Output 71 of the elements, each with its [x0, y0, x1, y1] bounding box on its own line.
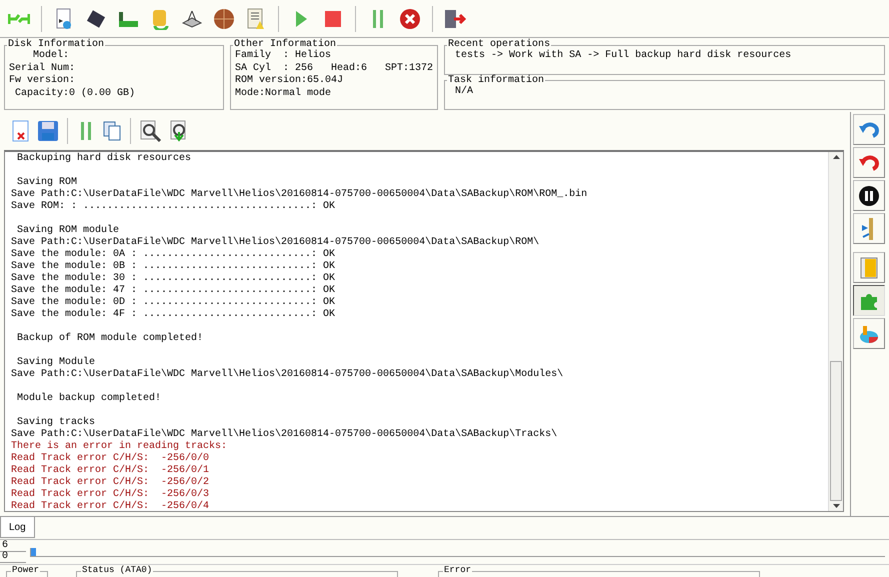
scroll-thumb[interactable] [830, 361, 842, 501]
document-icon [55, 8, 73, 30]
operation-text: tests -> Work with SA -> Full backup hard disk resources [454, 50, 792, 62]
counter-value: 0 [0, 552, 26, 563]
log-error-line: Read Track error C/H/S: -256/0/1 [11, 465, 210, 476]
undo-icon [859, 122, 879, 138]
log-line: Module backup completed! [16, 393, 162, 405]
group-title: Task information [447, 76, 546, 86]
group-title: Disk Information [7, 40, 106, 50]
group-title: Error [443, 566, 472, 575]
log-line: Save the module: 0B : ............................: OK [11, 261, 336, 272]
notebook-icon [860, 256, 878, 278]
log-line: Saving tracks [16, 417, 96, 428]
log-error-line: Read Track error C/H/S: -256/0/3 [11, 489, 210, 500]
log-line: Save ROM: : ......................................: OK [11, 201, 336, 213]
group-title: Power [11, 566, 40, 575]
task-text: N/A [454, 86, 474, 98]
field-label: Fw version: [9, 75, 76, 88]
scrollbar[interactable] [828, 152, 843, 511]
clear-document-icon [12, 120, 30, 142]
play-icon [294, 10, 308, 28]
field-value: 0 (0.00 GB) [69, 88, 136, 100]
undo-icon [859, 154, 879, 170]
log-line: Saving ROM module [16, 225, 120, 236]
field-label: Capacity: [14, 88, 69, 100]
connect-icon [8, 12, 30, 26]
side-button[interactable] [853, 285, 885, 316]
log-line: Save the module: 4F : ............................: OK [11, 309, 336, 321]
sphere-icon [213, 8, 235, 30]
log-error-line: Read Track error C/H/S: -256/0/2 [11, 477, 210, 488]
hard-disk-icon [181, 8, 203, 28]
side-button[interactable] [853, 180, 885, 211]
pause-icon [80, 122, 92, 140]
group-title: Other Information [233, 40, 338, 50]
group-title: Status (ATA0) [81, 566, 154, 575]
info-line: Mode:Normal mode [235, 88, 332, 100]
group-title: Recent operations [447, 40, 550, 50]
log-line: Save the module: 0A : ............................: OK [11, 249, 336, 260]
exit-door-icon [444, 8, 466, 28]
log-line: Save the module: 47 : ............................: OK [11, 285, 336, 296]
log-line: Saving Module [16, 357, 96, 368]
pause-icon [859, 186, 879, 206]
pause-icon [372, 10, 384, 28]
copy-icon [103, 121, 121, 141]
log-line: Backuping hard disk resources [16, 153, 192, 165]
log-line: Save Path:C:\UserDataFile\WDC Marvell\Helios\20160814-075700-00650004\Data\SABackup\ROM\ROM_.bin [11, 189, 588, 201]
search-icon [140, 120, 162, 142]
field-label: Serial Num: [9, 62, 76, 74]
log-line: Saving ROM [16, 177, 78, 188]
scroll-up-icon [832, 155, 840, 159]
info-line: ROM version:65.04J [235, 75, 344, 88]
log-error-line: Read Track error C/H/S: -256/0/0 [11, 453, 210, 464]
scroll-down-icon [832, 504, 840, 508]
log-line: Save Path:C:\UserDataFile\WDC Marvell\Helios\20160814-075700-00650004\Data\SABackup\ROM\ [11, 237, 540, 248]
pie-chart-icon [859, 324, 879, 344]
stop-icon [325, 10, 341, 26]
log-tab[interactable]: Log [0, 517, 35, 538]
log-line: Save the module: 30 : ............................: OK [11, 273, 336, 284]
info-line: SA Cyl : 256 Head:6 SPT:1372 [235, 62, 434, 74]
report-warning-icon [247, 8, 265, 30]
log-error-line: Read Track error C/H/S: -256/0/4 [11, 501, 210, 511]
log-line: Backup of ROM module completed! [16, 333, 204, 345]
log-error-line: There is an error in reading tracks: [11, 441, 228, 452]
log-line: Save Path:C:\UserDataFile\WDC Marvell\Helios\20160814-075700-00650004\Data\SABackup\Modules\ [11, 369, 564, 381]
log-line: Save the module: 0D : ............................: OK [11, 297, 336, 308]
close-icon [400, 8, 420, 28]
save-icon [38, 121, 58, 141]
field-label: Model: [32, 50, 69, 62]
log-line: Save Path:C:\UserDataFile\WDC Marvell\Helios\20160814-075700-00650004\Data\SABackup\Tracks\ [11, 429, 558, 440]
info-line: Family : Helios [235, 50, 332, 62]
counter-value: 6 [0, 541, 26, 552]
